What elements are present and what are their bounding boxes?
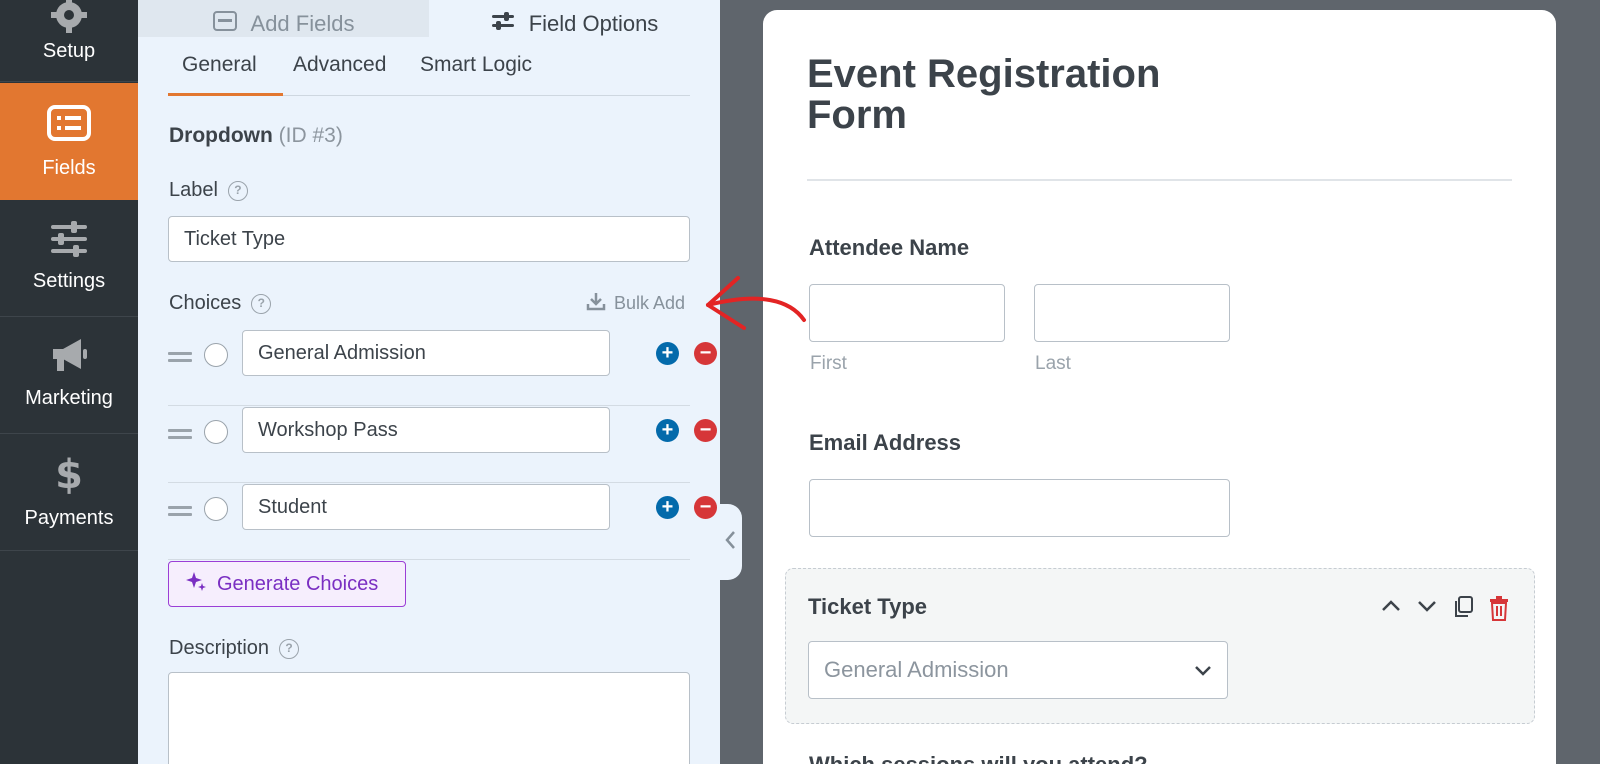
nav-label-marketing: Marketing [25, 387, 113, 409]
duplicate-icon[interactable] [1452, 595, 1474, 626]
remove-choice-button[interactable]: − [694, 419, 717, 442]
active-tab-indicator [168, 93, 283, 96]
tab-advanced[interactable]: Advanced [293, 53, 386, 77]
ticket-type-select[interactable]: General Admission [808, 641, 1228, 699]
gear-icon [0, 0, 138, 35]
generate-choices-button[interactable]: Generate Choices [168, 561, 406, 607]
choice-input[interactable]: Student [242, 484, 610, 530]
bulk-add-link[interactable]: Bulk Add [586, 291, 685, 316]
drag-handle-icon[interactable] [168, 506, 192, 520]
chevron-left-icon [724, 530, 736, 555]
selected-field-block[interactable]: Ticket Type General Admission [785, 568, 1535, 724]
description-textarea[interactable] [168, 672, 690, 764]
sparkle-icon [185, 570, 207, 598]
remove-choice-button[interactable]: − [694, 342, 717, 365]
nav-item-settings[interactable]: Settings [0, 200, 138, 317]
last-sublabel: Last [1035, 353, 1071, 374]
label-input[interactable]: Ticket Type [168, 216, 690, 262]
ticket-type-label: Ticket Type [808, 594, 928, 619]
field-options-icon [491, 11, 515, 37]
choices-option-title: Choices ? [169, 292, 272, 315]
choice-input[interactable]: Workshop Pass [242, 407, 610, 453]
help-icon[interactable]: ? [279, 638, 300, 659]
panel-top-tabs: Add Fields Field Options [138, 0, 720, 37]
field-heading: Dropdown (ID #3) [169, 124, 343, 148]
delete-icon[interactable] [1488, 595, 1510, 626]
tab-smart-logic[interactable]: Smart Logic [420, 53, 532, 77]
first-name-field[interactable] [809, 284, 1005, 342]
options-sub-tabs: General Advanced Smart Logic [168, 50, 690, 96]
field-tools [1380, 595, 1510, 626]
description-option-title: Description ? [169, 637, 300, 660]
remove-choice-button[interactable]: − [694, 496, 717, 519]
nav-label-fields: Fields [42, 157, 96, 179]
tab-general[interactable]: General [182, 53, 257, 77]
choice-input[interactable]: General Admission [242, 330, 610, 376]
collapse-panel-button[interactable] [718, 504, 742, 580]
nav-label-setup: Setup [42, 40, 96, 62]
label-title-text: Label [169, 179, 218, 201]
email-field[interactable] [809, 479, 1230, 537]
generate-choices-label: Generate Choices [217, 572, 379, 595]
drag-handle-icon[interactable] [168, 352, 192, 366]
last-name-field[interactable] [1034, 284, 1230, 342]
attendee-name-label: Attendee Name [809, 235, 970, 260]
nav-item-payments[interactable]: $ Payments [0, 434, 138, 551]
add-field-icon [212, 11, 237, 37]
help-icon[interactable]: ? [251, 293, 272, 314]
move-up-icon[interactable] [1380, 595, 1402, 626]
builder-sidebar: Setup Fields Settings Marketing $ Paymen… [0, 0, 138, 764]
dollar-icon: $ [0, 452, 138, 494]
choice-row: Workshop Pass + − [168, 407, 717, 483]
tab-field-options-label: Field Options [528, 11, 659, 36]
field-id: (ID #3) [278, 124, 343, 147]
nav-item-fields[interactable]: Fields [0, 83, 138, 200]
first-sublabel: First [810, 353, 847, 374]
choice-row: General Admission + − [168, 330, 717, 406]
label-option-title: Label ? [169, 179, 248, 202]
select-value: General Admission [824, 657, 1009, 682]
form-preview: Event Registration Form Attendee Name Fi… [763, 10, 1556, 764]
nav-item-marketing[interactable]: Marketing [0, 317, 138, 434]
nav-item-setup[interactable]: Setup [0, 0, 138, 82]
list-icon [0, 105, 138, 141]
email-label: Email Address [809, 430, 962, 455]
description-title-text: Description [169, 637, 270, 659]
add-choice-button[interactable]: + [656, 342, 679, 365]
form-title: Event Registration Form [807, 52, 1161, 137]
add-choice-button[interactable]: + [656, 419, 679, 442]
default-choice-radio[interactable] [204, 343, 228, 367]
annotation-arrow-icon [706, 276, 806, 330]
tab-add-fields[interactable]: Add Fields [138, 0, 429, 37]
tab-add-fields-label: Add Fields [250, 11, 355, 36]
choices-title-text: Choices [169, 292, 242, 314]
bulk-add-label: Bulk Add [614, 293, 686, 313]
megaphone-icon [0, 337, 138, 375]
nav-label-settings: Settings [32, 270, 106, 292]
drag-handle-icon[interactable] [168, 429, 192, 443]
svg-text:$: $ [55, 452, 83, 494]
title-divider [807, 179, 1512, 181]
help-icon[interactable]: ? [227, 180, 248, 201]
sliders-icon [0, 220, 138, 258]
chevron-down-icon [1194, 657, 1212, 683]
default-choice-radio[interactable] [204, 497, 228, 521]
move-down-icon[interactable] [1416, 595, 1438, 626]
nav-label-payments: Payments [24, 507, 114, 529]
download-icon [586, 291, 606, 316]
choice-row: Student + − [168, 484, 717, 560]
sessions-question-label: Which sessions will you attend? [809, 752, 1148, 764]
default-choice-radio[interactable] [204, 420, 228, 444]
add-choice-button[interactable]: + [656, 496, 679, 519]
tab-field-options[interactable]: Field Options [429, 0, 720, 37]
field-options-panel: Add Fields Field Options General Advance… [138, 0, 720, 764]
field-type: Dropdown [169, 124, 273, 147]
